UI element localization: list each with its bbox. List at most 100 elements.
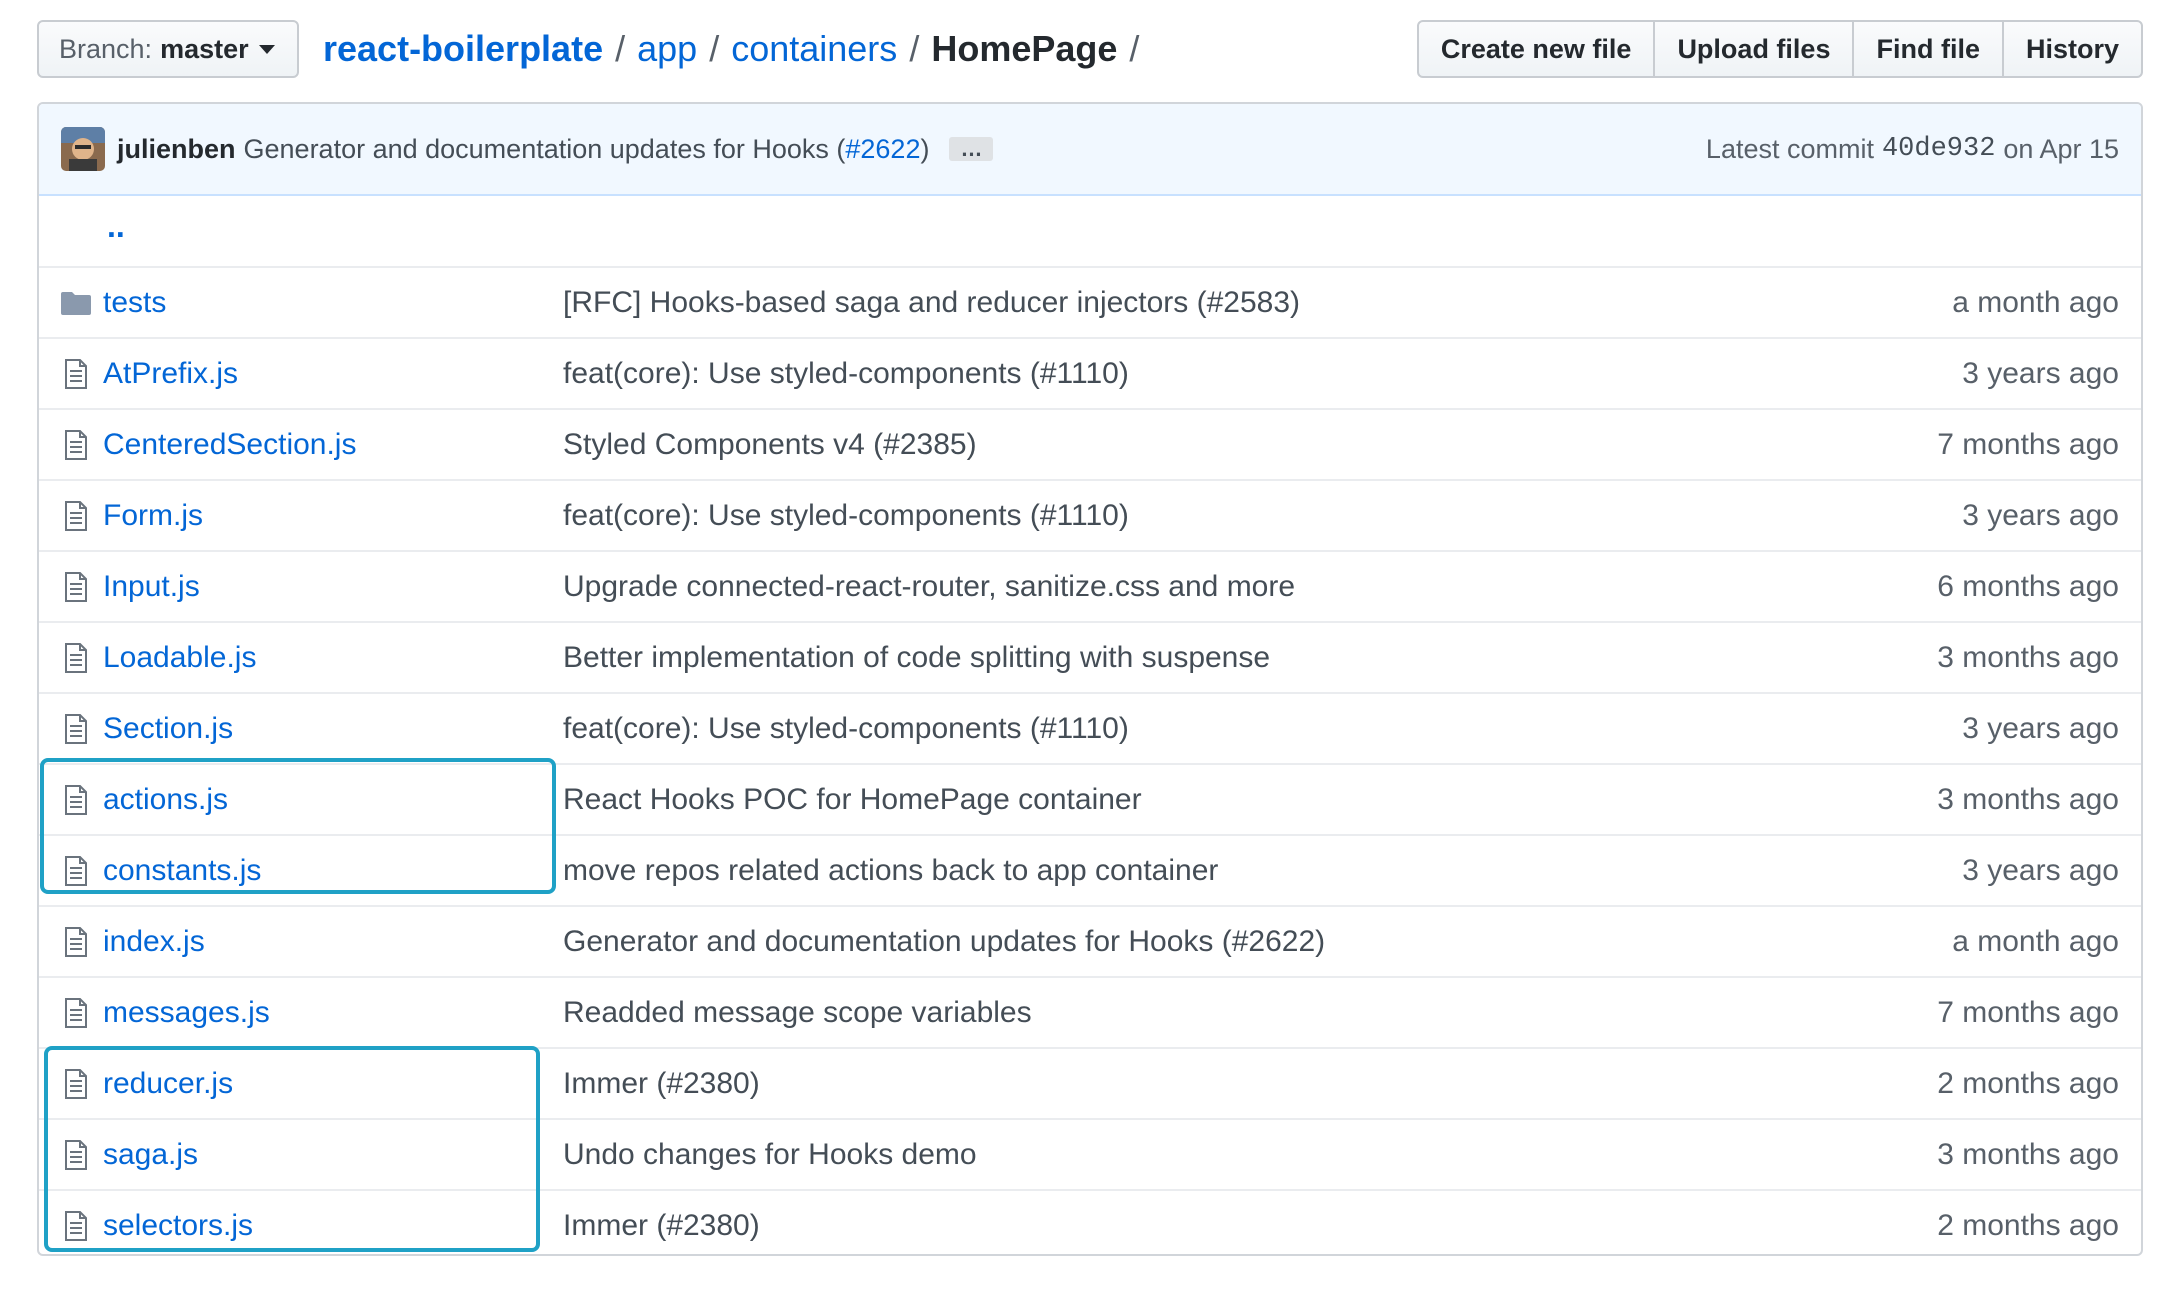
file-icon [61,1210,91,1241]
file-row[interactable]: Form.js feat(core): Use styled-components… [39,479,2141,550]
file-name-link[interactable]: tests [103,286,166,320]
file-icon [61,926,91,957]
breadcrumb-separator: / [615,28,626,69]
file-commit-message[interactable]: feat(core): Use styled-components (#1110… [563,357,1129,391]
file-age: 3 months ago [1937,640,2119,674]
avatar[interactable] [61,127,105,171]
file-list: tests [RFC] Hooks-based saga and reducer … [39,266,2141,1254]
expand-commit-button[interactable]: … [949,137,994,161]
commit-pr-link[interactable]: #2622 [845,134,920,164]
file-row[interactable]: messages.js Readded message scope variabl… [39,976,2141,1047]
file-actions-group: Create new file Upload files Find file H… [1416,20,2143,78]
folder-icon [61,291,91,315]
file-row[interactable]: constants.js move repos related actions b… [39,834,2141,905]
file-commit-message[interactable]: React Hooks POC for HomePage container [563,783,1142,817]
file-row[interactable]: actions.js React Hooks POC for HomePage c… [39,763,2141,834]
file-icon [61,997,91,1028]
file-row[interactable]: Input.js Upgrade connected-react-router, … [39,550,2141,621]
breadcrumb: react-boilerplate / app / containers / H… [323,22,1151,76]
file-icon [61,713,91,744]
commit-sha-link[interactable]: 40de932 [1882,134,1995,164]
file-icon [61,855,91,886]
file-row[interactable]: Section.js feat(core): Use styled-compone… [39,692,2141,763]
create-new-file-button[interactable]: Create new file [1416,20,1656,78]
commit-author-link[interactable]: julienben [117,134,236,165]
file-row[interactable]: index.js Generator and documentation upda… [39,905,2141,976]
breadcrumb-app-link[interactable]: app [637,28,697,70]
file-commit-message[interactable]: Undo changes for Hooks demo [563,1138,977,1172]
file-icon [61,642,91,673]
repo-toolbar: Branch: master react-boilerplate / app /… [37,20,2143,80]
commit-message[interactable]: Generator and documentation updates for … [244,134,930,165]
file-age: 3 months ago [1937,1137,2119,1171]
file-age: 7 months ago [1937,427,2119,461]
file-row[interactable]: AtPrefix.js feat(core): Use styled-compon… [39,337,2141,408]
file-commit-message[interactable]: Upgrade connected-react-router, sanitize… [563,570,1295,604]
file-icon [61,500,91,531]
file-commit-message[interactable]: move repos related actions back to app c… [563,854,1218,888]
parent-directory-link[interactable]: .. [107,208,125,245]
breadcrumb-separator: / [909,28,920,69]
file-age: 7 months ago [1937,995,2119,1029]
file-commit-message[interactable]: Styled Components v4 (#2385) [563,428,977,462]
file-row[interactable]: CenteredSection.js Styled Components v4 (… [39,408,2141,479]
commit-message-suffix: ) [920,133,930,164]
upload-files-button[interactable]: Upload files [1653,20,1855,78]
file-icon [61,429,91,460]
file-icon [61,784,91,815]
file-icon [61,571,91,602]
breadcrumb-repo-link[interactable]: react-boilerplate [323,28,603,70]
file-commit-message[interactable]: Generator and documentation updates for … [563,925,1325,959]
file-age: 3 years ago [1962,356,2119,390]
file-name-link[interactable]: AtPrefix.js [103,357,238,391]
file-commit-message[interactable]: Readded message scope variables [563,996,1032,1030]
latest-commit-info: Latest commit 40de932 on Apr 15 [1706,104,2119,194]
file-age: a month ago [1952,924,2119,958]
branch-selector[interactable]: Branch: master [37,20,299,78]
breadcrumb-separator: / [1129,28,1140,69]
file-icon [61,358,91,389]
breadcrumb-current: HomePage [931,28,1118,69]
file-row[interactable]: saga.js Undo changes for Hooks demo 3 mont… [39,1118,2141,1189]
file-row[interactable]: tests [RFC] Hooks-based saga and reducer … [39,266,2141,337]
breadcrumb-separator: / [709,28,720,69]
file-name-link[interactable]: selectors.js [103,1209,253,1243]
file-name-link[interactable]: saga.js [103,1138,198,1172]
file-commit-message[interactable]: [RFC] Hooks-based saga and reducer injec… [563,286,1300,320]
branch-value: master [160,33,249,64]
file-commit-message[interactable]: Immer (#2380) [563,1209,760,1243]
file-commit-message[interactable]: Immer (#2380) [563,1067,760,1101]
file-row[interactable]: selectors.js Immer (#2380) 2 months ago [39,1189,2141,1254]
commit-message-text: Generator and documentation updates for … [243,133,846,164]
file-name-link[interactable]: messages.js [103,996,270,1030]
caret-down-icon [258,44,275,54]
file-name-link[interactable]: constants.js [103,854,261,888]
history-button[interactable]: History [2001,20,2143,78]
file-age: 3 months ago [1937,782,2119,816]
file-name-link[interactable]: reducer.js [103,1067,233,1101]
file-commit-message[interactable]: feat(core): Use styled-components (#1110… [563,712,1129,746]
file-icon [61,1068,91,1099]
breadcrumb-containers-link[interactable]: containers [731,28,897,70]
file-commit-message[interactable]: Better implementation of code splitting … [563,641,1270,675]
file-age: 3 years ago [1962,498,2119,532]
file-age: 6 months ago [1937,569,2119,603]
latest-commit-bar: julienben Generator and documentation up… [39,104,2141,196]
parent-directory-row[interactable]: .. [39,196,2141,266]
file-name-link[interactable]: index.js [103,925,205,959]
file-icon [61,1139,91,1170]
file-name-link[interactable]: CenteredSection.js [103,428,356,462]
file-age: a month ago [1952,285,2119,319]
file-row[interactable]: Loadable.js Better implementation of code… [39,621,2141,692]
file-name-link[interactable]: Form.js [103,499,203,533]
file-age: 3 years ago [1962,711,2119,745]
file-name-link[interactable]: actions.js [103,783,228,817]
branch-label: Branch: [59,33,153,64]
file-name-link[interactable]: Loadable.js [103,641,256,675]
find-file-button[interactable]: Find file [1852,20,2004,78]
file-row[interactable]: reducer.js Immer (#2380) 2 months ago [39,1047,2141,1118]
file-name-link[interactable]: Input.js [103,570,200,604]
file-name-link[interactable]: Section.js [103,712,233,746]
file-commit-message[interactable]: feat(core): Use styled-components (#1110… [563,499,1129,533]
file-age: 2 months ago [1937,1208,2119,1242]
